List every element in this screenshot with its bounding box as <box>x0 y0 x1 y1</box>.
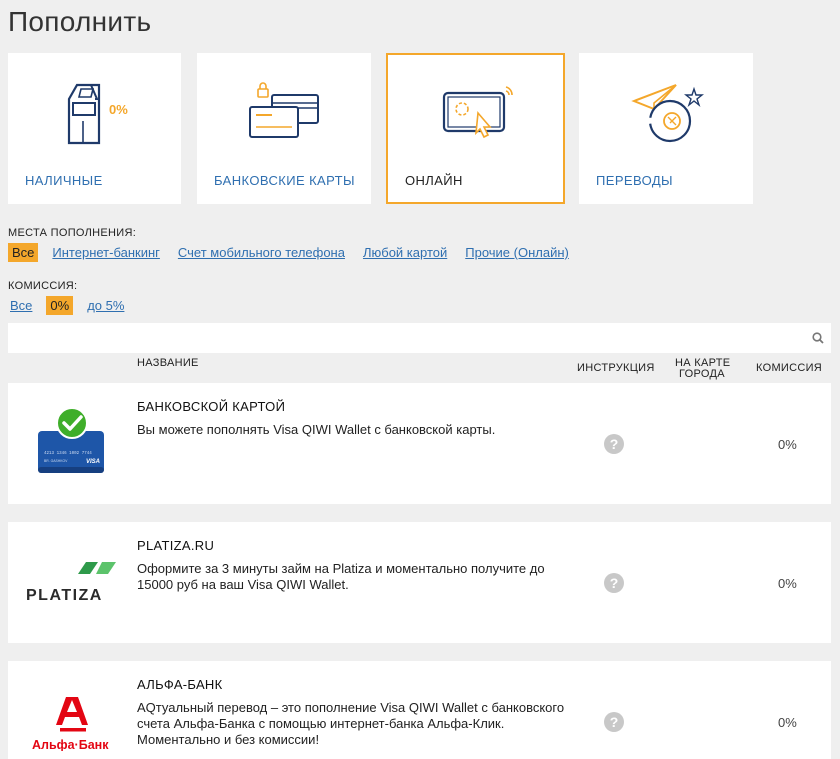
filter-place-internet-banking[interactable]: Интернет-банкинг <box>48 243 163 262</box>
page-title: Пополнить <box>8 6 152 37</box>
category-label: НАЛИЧНЫЕ <box>25 173 103 188</box>
bank-cards-icon <box>249 82 319 138</box>
row-description: Вы можете пополнять Visa QIWI Wallet с б… <box>137 422 496 437</box>
category-transfers[interactable]: ПЕРЕВОДЫ <box>579 53 753 204</box>
fee-filter-title: КОМИССИЯ: <box>8 280 78 292</box>
row-name: БАНКОВСКОЙ КАРТОЙ <box>137 399 286 414</box>
header-fee: КОМИССИЯ <box>756 362 823 374</box>
cash-terminal-icon: 0% <box>67 83 128 145</box>
header-instruction: ИНСТРУКЦИЯ <box>577 362 655 374</box>
category-bank-cards[interactable]: БАНКОВСКИЕ КАРТЫ <box>197 53 371 204</box>
search-icon[interactable] <box>812 332 824 344</box>
question-help-icon[interactable]: ? <box>604 573 624 593</box>
svg-text:?: ? <box>610 714 619 730</box>
row-name: АЛЬФА-БАНК <box>137 677 223 692</box>
question-help-icon[interactable]: ? <box>604 712 624 732</box>
places-filter-title: МЕСТА ПОПОЛНЕНИЯ: <box>8 227 137 239</box>
header-name: НАЗВАНИЕ <box>137 357 199 369</box>
svg-text:VISA: VISA <box>86 459 100 465</box>
places-filter: Все Интернет-банкинг Счет мобильного тел… <box>8 243 589 262</box>
category-label: ОНЛАЙН <box>405 173 463 188</box>
fee-filter: Все 0% до 5% <box>8 296 144 315</box>
transfer-plane-icon <box>631 84 704 143</box>
table-row[interactable]: Альфа·Банк АЛЬФА-БАНК AQтуальный перевод… <box>8 661 831 759</box>
category-label: БАНКОВСКИЕ КАРТЫ <box>214 173 355 188</box>
category-online[interactable]: ОНЛАЙН <box>386 53 565 204</box>
svg-text:?: ? <box>610 436 619 452</box>
svg-text:0%: 0% <box>109 102 128 117</box>
table-row[interactable]: 4213 1346 1002 7744 BR. GASHKOV VISA БАН… <box>8 383 831 504</box>
filter-place-all[interactable]: Все <box>8 243 39 262</box>
header-map-line2: ГОРОДА <box>679 368 725 380</box>
filter-fee-up-to-5[interactable]: до 5% <box>83 296 128 315</box>
search-bar <box>8 323 831 353</box>
row-fee: 0% <box>778 437 797 452</box>
question-help-icon[interactable]: ? <box>604 434 624 454</box>
svg-text:4213 1346 1002 7744: 4213 1346 1002 7744 <box>44 452 92 456</box>
table-row[interactable]: PLATIZA PLATIZA.RU Оформите за 3 минуты … <box>8 522 831 643</box>
row-description: Оформите за 3 минуты займ на Platiza и м… <box>137 561 545 592</box>
svg-text:PLATIZA: PLATIZA <box>26 587 103 604</box>
filter-place-any-card[interactable]: Любой картой <box>359 243 451 262</box>
platiza-logo: PLATIZA <box>26 562 116 604</box>
category-cash[interactable]: 0% НАЛИЧНЫЕ <box>8 53 181 204</box>
category-label: ПЕРЕВОДЫ <box>596 173 673 188</box>
row-name: PLATIZA.RU <box>137 538 215 553</box>
table-header: НАЗВАНИЕ ИНСТРУКЦИЯ НА КАРТЕ ГОРОДА КОМИ… <box>8 356 831 382</box>
filter-place-mobile-account[interactable]: Счет мобильного телефона <box>174 243 349 262</box>
filter-fee-all[interactable]: Все <box>8 296 36 315</box>
row-description: AQтуальный перевод – это пополнение Visa… <box>137 700 565 747</box>
svg-text:Альфа·Банк: Альфа·Банк <box>32 738 109 751</box>
search-input[interactable] <box>8 323 798 353</box>
filter-place-other-online[interactable]: Прочие (Онлайн) <box>461 243 573 262</box>
svg-text:BR. GASHKOV: BR. GASHKOV <box>44 459 68 463</box>
online-tablet-icon <box>442 86 513 139</box>
filter-fee-zero[interactable]: 0% <box>46 296 74 315</box>
row-fee: 0% <box>778 576 797 591</box>
alfa-bank-logo: Альфа·Банк <box>32 697 109 751</box>
row-fee: 0% <box>778 715 797 730</box>
bank-card-check-logo: 4213 1346 1002 7744 BR. GASHKOV VISA <box>38 407 104 473</box>
svg-text:?: ? <box>610 575 619 591</box>
